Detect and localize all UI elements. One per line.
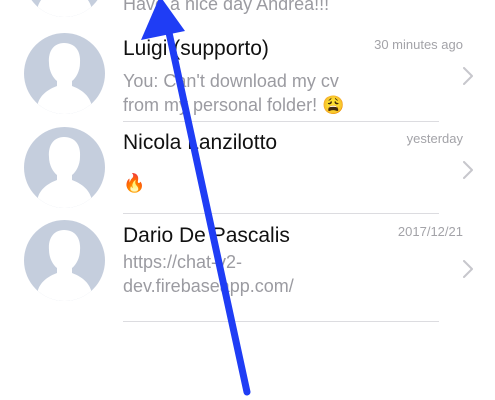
chevron-right-icon	[463, 67, 473, 85]
person-silhouette-icon	[38, 43, 91, 114]
message-preview: 🔥	[123, 171, 368, 195]
chevron-right-icon	[463, 260, 473, 278]
conversation-list-screen: Have a nice day Andrea!!! Luigi (support…	[0, 0, 495, 400]
tired-face-emoji: 😩	[322, 95, 345, 115]
person-silhouette-icon	[38, 137, 91, 208]
avatar	[24, 220, 105, 301]
contact-name: Luigi (supporto)	[123, 37, 269, 60]
message-preview: You: Can't download my cv from my person…	[123, 69, 368, 117]
person-silhouette-icon	[38, 0, 91, 17]
contact-name: Dario De Pascalis	[123, 224, 290, 247]
message-preview-text: https://chat-v2-dev.firebaseapp.com/	[123, 252, 294, 296]
message-time: 2017/12/21	[397, 224, 463, 239]
conversation-row[interactable]: Luigi (supporto) 30 minutes ago You: Can…	[0, 27, 495, 121]
conversation-row[interactable]: Nicola Lanzilotto yesterday 🔥	[0, 121, 495, 215]
message-time: 30 minutes ago	[374, 37, 463, 52]
contact-name: Nicola Lanzilotto	[123, 131, 278, 154]
message-preview-text: You: Can't download my cv from my person…	[123, 71, 339, 115]
conversation-row[interactable]: Have a nice day Andrea!!!	[0, 0, 495, 24]
message-preview-text: Have a nice day Andrea!!!	[123, 0, 330, 14]
chevron-right-icon	[463, 161, 473, 179]
message-time: yesterday	[406, 131, 463, 146]
conversation-row[interactable]: Dario De Pascalis 2017/12/21 https://cha…	[0, 214, 495, 308]
message-preview: Have a nice day Andrea!!!	[123, 0, 368, 16]
fire-emoji: 🔥	[123, 173, 146, 193]
avatar	[24, 33, 105, 114]
message-preview: https://chat-v2-dev.firebaseapp.com/	[123, 250, 368, 298]
avatar	[24, 0, 105, 17]
avatar	[24, 127, 105, 208]
row-divider	[123, 321, 439, 322]
person-silhouette-icon	[38, 230, 91, 301]
